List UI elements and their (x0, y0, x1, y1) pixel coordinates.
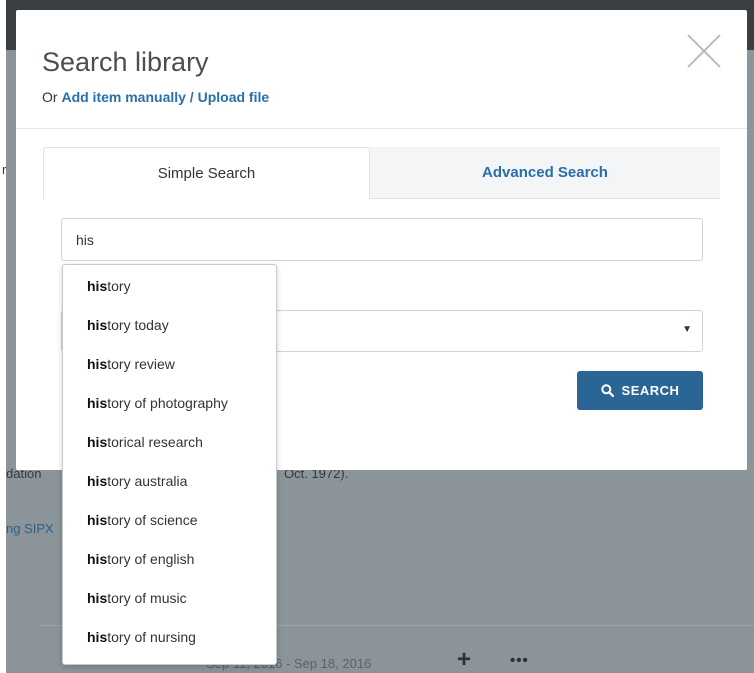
chevron-down-icon: ▼ (682, 324, 692, 335)
autocomplete-item[interactable]: history of science (63, 501, 276, 540)
search-input[interactable] (61, 218, 703, 261)
modal-title: Search library (42, 47, 209, 77)
autocomplete-item[interactable]: history of nursing (63, 618, 276, 657)
close-icon[interactable] (685, 32, 723, 70)
autocomplete-item[interactable]: history of photography (63, 384, 276, 423)
autocomplete-item[interactable]: history today (63, 306, 276, 345)
more-options-icon[interactable]: ••• (510, 652, 529, 669)
autocomplete-item[interactable]: history of music (63, 579, 276, 618)
tab-simple-search[interactable]: Simple Search (43, 147, 370, 199)
background-text: r (2, 162, 7, 177)
modal-subtitle: Or Add item manually / Upload file (42, 89, 269, 105)
search-tabs: Simple Search Advanced Search (43, 147, 720, 199)
add-icon[interactable]: + (457, 648, 471, 672)
subtitle-prefix: Or (42, 89, 58, 105)
background-link[interactable]: ng SIPX (6, 521, 54, 536)
autocomplete-item[interactable]: history review (63, 345, 276, 384)
autocomplete-dropdown: history history today history review his… (62, 264, 277, 665)
tab-advanced-search[interactable]: Advanced Search (370, 147, 720, 199)
autocomplete-item[interactable]: history of english (63, 540, 276, 579)
search-icon (600, 384, 614, 397)
add-item-manually-link[interactable]: Add item manually / Upload file (61, 89, 269, 105)
search-button[interactable]: SEARCH (577, 371, 703, 410)
autocomplete-item[interactable]: history australia (63, 462, 276, 501)
autocomplete-item[interactable]: historical research (63, 423, 276, 462)
autocomplete-item[interactable]: history (63, 267, 276, 306)
modal-header-divider (16, 128, 747, 129)
search-button-label: SEARCH (621, 383, 680, 398)
